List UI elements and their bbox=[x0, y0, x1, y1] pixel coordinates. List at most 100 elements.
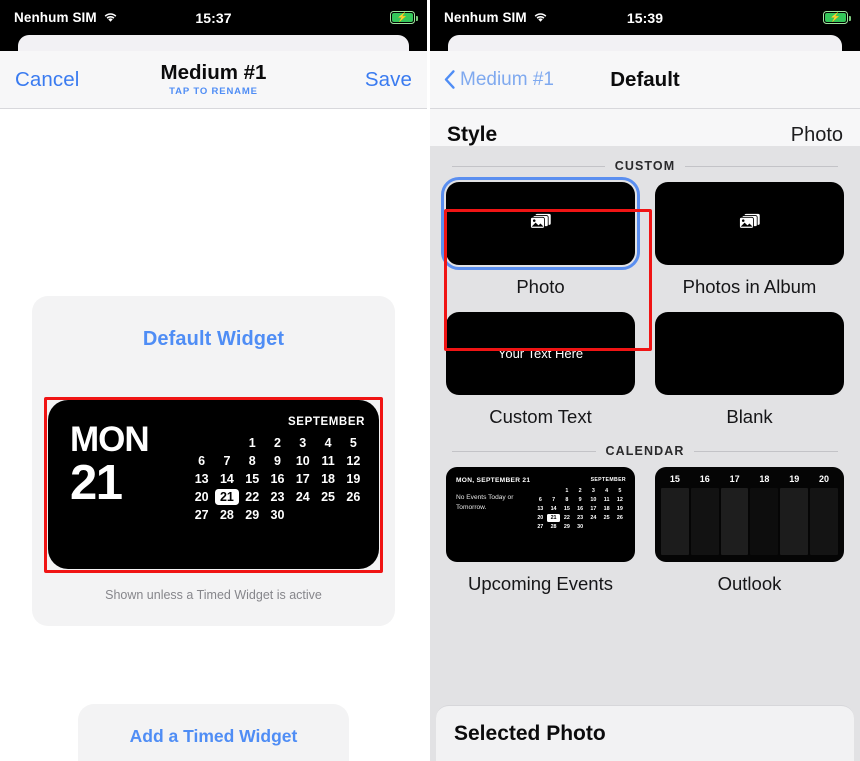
cal-day: 29 bbox=[563, 524, 570, 530]
outlook-day-bar bbox=[690, 488, 719, 555]
cal-day: 23 bbox=[577, 515, 584, 521]
tile-blank[interactable]: Blank bbox=[655, 312, 844, 428]
tile-upcoming-events[interactable]: MON, SEPTEMBER 21 No Events Today or Tom… bbox=[446, 467, 635, 595]
cal-day: 15 bbox=[563, 506, 570, 512]
cal-day: 30 bbox=[577, 524, 584, 530]
cal-day: 3 bbox=[591, 488, 595, 494]
outlook-day-column: 17 bbox=[720, 474, 749, 555]
dual-screenshot: Nenhum SIM 15:37 ⚡ Cancel Medium #1 TAP … bbox=[0, 0, 860, 761]
upcoming-thumb-right: SEPTEMBER 001234567891011121314151617181… bbox=[534, 477, 626, 562]
right-phone-screen: Nenhum SIM 15:39 ⚡ Medium #1 Default Sty… bbox=[430, 0, 860, 761]
outlook-day-label: 15 bbox=[669, 474, 680, 484]
upcoming-thumb-left: MON, SEPTEMBER 21 No Events Today or Tom… bbox=[456, 477, 534, 562]
cal-day: 18 bbox=[603, 506, 610, 512]
tile-outlook[interactable]: 15 16 17 18 19 20 Outlook bbox=[655, 467, 844, 595]
cal-day: 11 bbox=[603, 497, 610, 503]
cancel-button[interactable]: Cancel bbox=[15, 68, 79, 92]
outlook-day-column: 15 bbox=[661, 474, 689, 555]
outlook-day-label: 18 bbox=[759, 474, 770, 484]
cal-day: 22 bbox=[563, 515, 570, 521]
cal-day: 24 bbox=[590, 515, 597, 521]
cal-day: 17 bbox=[590, 506, 597, 512]
add-timed-widget-card[interactable]: Add a Timed Widget Timed Widgets replace… bbox=[78, 704, 349, 761]
upcoming-thumb-header: MON, SEPTEMBER 21 bbox=[456, 477, 531, 484]
cal-day: 8 bbox=[565, 497, 569, 503]
save-button[interactable]: Save bbox=[365, 68, 412, 92]
outlook-day-bar bbox=[720, 488, 749, 555]
selected-photo-sheet[interactable]: Selected Photo bbox=[436, 705, 854, 761]
chevron-left-icon bbox=[444, 70, 455, 89]
selected-photo-title: Selected Photo bbox=[454, 721, 606, 745]
outlook-day-bar bbox=[780, 488, 809, 555]
add-timed-widget-title[interactable]: Add a Timed Widget bbox=[78, 726, 349, 747]
right-nav-bar: Medium #1 Default bbox=[430, 51, 860, 109]
back-button[interactable]: Medium #1 bbox=[444, 69, 554, 91]
clock-label: 15:37 bbox=[195, 9, 232, 26]
tile-blank-thumb[interactable] bbox=[655, 312, 844, 395]
outlook-day-bar bbox=[810, 488, 838, 555]
outlook-day-label: 16 bbox=[699, 474, 710, 484]
back-button-label: Medium #1 bbox=[460, 68, 554, 90]
outlook-day-label: 17 bbox=[729, 474, 740, 484]
style-label: Style bbox=[447, 123, 498, 146]
cal-day: 10 bbox=[590, 497, 597, 503]
tile-photos-in-album-thumb[interactable] bbox=[655, 182, 844, 265]
right-sheet-peek bbox=[430, 35, 860, 65]
tile-custom-text-label: Custom Text bbox=[489, 406, 592, 427]
outlook-day-label: 20 bbox=[819, 474, 830, 484]
right-status-bar: Nenhum SIM 15:39 ⚡ bbox=[430, 0, 860, 35]
outlook-day-column: 20 bbox=[810, 474, 838, 555]
left-status-bar: Nenhum SIM 15:37 ⚡ bbox=[0, 0, 427, 35]
tile-photos-in-album-label: Photos in Album bbox=[682, 276, 817, 297]
default-widget-title: Default Widget bbox=[142, 328, 285, 350]
tile-photos-in-album[interactable]: Photos in Album bbox=[655, 182, 844, 298]
style-value: Photo bbox=[790, 123, 843, 146]
cal-day: 13 bbox=[537, 506, 544, 512]
cal-day: 6 bbox=[538, 497, 542, 503]
cal-day: 27 bbox=[537, 524, 544, 530]
cal-day: 7 bbox=[552, 497, 556, 503]
tile-blank-label: Blank bbox=[726, 406, 773, 427]
battery-charging-icon: ⚡ bbox=[823, 11, 851, 24]
cal-day: 12 bbox=[616, 497, 623, 503]
clock-label: 15:39 bbox=[626, 9, 664, 26]
outlook-day-column: 16 bbox=[690, 474, 719, 555]
outlook-day-label: 19 bbox=[789, 474, 800, 484]
calendar-tiles-row: MON, SEPTEMBER 21 No Events Today or Tom… bbox=[430, 467, 860, 595]
left-phone-screen: Nenhum SIM 15:37 ⚡ Cancel Medium #1 TAP … bbox=[0, 0, 427, 761]
tile-outlook-label: Outlook bbox=[717, 573, 782, 594]
left-content: Default Widget Shown unless a Timed Widg… bbox=[0, 109, 427, 761]
cal-day: 19 bbox=[616, 506, 623, 512]
upcoming-thumb-grid: 0012345678910111213141516171819202122232… bbox=[534, 487, 626, 531]
left-nav-bar: Cancel Medium #1 TAP TO RENAME Save bbox=[0, 51, 427, 109]
section-title: CALENDAR bbox=[605, 444, 685, 458]
cal-day: 25 bbox=[603, 515, 610, 521]
cal-day: 14 bbox=[550, 506, 557, 512]
cal-day: 4 bbox=[605, 488, 609, 494]
section-title: CUSTOM bbox=[614, 159, 676, 173]
tile-outlook-thumb[interactable]: 15 16 17 18 19 20 bbox=[655, 467, 844, 562]
highlight-box-widget-preview bbox=[44, 397, 383, 573]
cal-day: 5 bbox=[618, 488, 622, 494]
cal-day: 26 bbox=[616, 515, 623, 521]
default-widget-footer: Shown unless a Timed Widget is active bbox=[105, 588, 322, 602]
cal-day: 9 bbox=[578, 497, 582, 503]
outlook-day-column: 19 bbox=[780, 474, 809, 555]
outlook-day-bar bbox=[750, 488, 779, 555]
cal-day: 1 bbox=[565, 488, 569, 494]
cal-day: 2 bbox=[578, 488, 582, 494]
tile-upcoming-events-label: Upcoming Events bbox=[468, 573, 613, 594]
outlook-day-column: 18 bbox=[750, 474, 779, 555]
right-status-right: ⚡ bbox=[823, 11, 851, 24]
cal-day: 16 bbox=[577, 506, 584, 512]
left-sheet-peek bbox=[0, 35, 427, 65]
battery-charging-icon: ⚡ bbox=[390, 11, 418, 24]
cal-day: 21 bbox=[547, 514, 560, 522]
tile-upcoming-events-thumb[interactable]: MON, SEPTEMBER 21 No Events Today or Tom… bbox=[446, 467, 635, 562]
section-header-calendar: CALENDAR bbox=[430, 444, 860, 458]
photo-stack-icon bbox=[738, 213, 761, 235]
outlook-day-bar bbox=[661, 488, 689, 555]
section-header-custom: CUSTOM bbox=[430, 159, 860, 173]
cal-day: 20 bbox=[537, 515, 544, 521]
left-status-right: ⚡ bbox=[390, 11, 418, 24]
